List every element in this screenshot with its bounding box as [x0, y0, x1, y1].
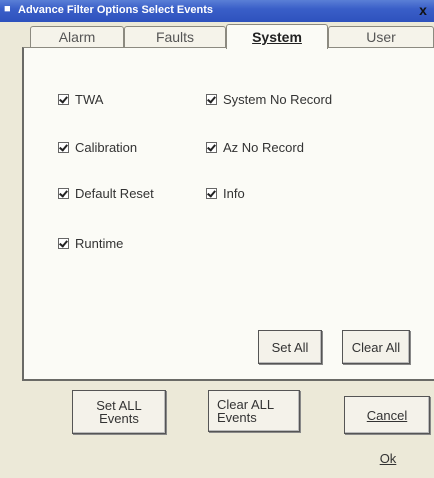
set-all-events-label-line2: Events [99, 411, 139, 426]
checkbox-az-no-record[interactable]: Az No Record [206, 140, 304, 155]
checkbox-label: TWA [75, 92, 104, 107]
cancel-button[interactable]: Cancel [344, 396, 430, 434]
tab-user[interactable]: User [328, 26, 434, 47]
clear-all-events-button[interactable]: Clear ALL Events [208, 390, 300, 432]
tab-system[interactable]: System [226, 24, 328, 49]
tab-alarm[interactable]: Alarm [30, 26, 124, 47]
set-all-button[interactable]: Set All [258, 330, 322, 364]
title-bar: ■ Advance Filter Options Select Events x [0, 0, 434, 22]
check-icon [206, 94, 217, 105]
checkbox-label: Default Reset [75, 186, 154, 201]
check-icon [206, 188, 217, 199]
checkbox-label: Calibration [75, 140, 138, 155]
checkbox-label: Runtime [75, 236, 124, 251]
system-events-panel: TWA Calibration Default Reset Runtime Sy… [22, 47, 434, 381]
ok-label: Ok [379, 450, 397, 466]
check-icon [58, 238, 69, 249]
tab-faults[interactable]: Faults [124, 26, 226, 47]
window-title: Advance Filter Options Select Events [18, 4, 214, 16]
clear-all-events-label-line2: Events [217, 410, 257, 425]
cancel-label: Cancel [366, 407, 408, 423]
app-icon: ■ [4, 3, 11, 15]
check-icon [206, 142, 217, 153]
checkbox-label: Az No Record [223, 140, 304, 155]
checkbox-default-reset[interactable]: Default Reset [58, 186, 154, 201]
check-icon [58, 142, 69, 153]
set-all-events-button[interactable]: Set ALL Events [72, 390, 166, 434]
checkbox-runtime[interactable]: Runtime [58, 236, 123, 251]
checkbox-calibration[interactable]: Calibration [58, 140, 137, 155]
ok-button[interactable]: Ok [370, 446, 406, 470]
check-icon [58, 94, 69, 105]
checkbox-label: System No Record [223, 92, 333, 107]
check-icon [58, 188, 69, 199]
clear-all-button[interactable]: Clear All [342, 330, 410, 364]
tab-alarm-label: Alarm [58, 29, 96, 45]
tab-system-label: System [252, 29, 302, 45]
tab-user-label: User [366, 29, 396, 45]
close-button[interactable]: x [414, 2, 432, 19]
checkbox-info[interactable]: Info [206, 186, 245, 201]
tab-strip: Alarm Faults System User [0, 24, 434, 49]
checkbox-label: Info [223, 186, 245, 201]
checkbox-twa[interactable]: TWA [58, 92, 103, 107]
tab-faults-label: Faults [155, 29, 195, 45]
checkbox-system-no-record[interactable]: System No Record [206, 92, 332, 107]
